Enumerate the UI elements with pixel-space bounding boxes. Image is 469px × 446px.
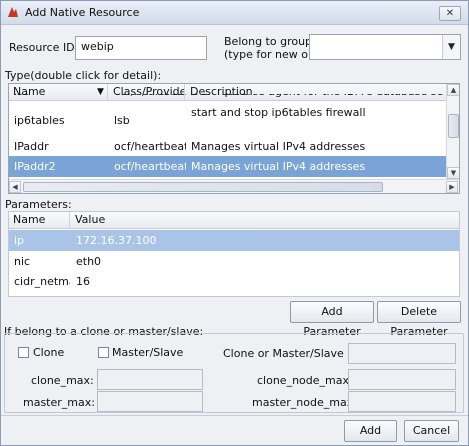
- row-name: lsb: [9, 94, 108, 102]
- row-description: start and stop ip6tables firewall: [191, 106, 366, 119]
- master-max-input[interactable]: [97, 391, 203, 412]
- param-row-selected[interactable]: ip 172.16.37.100: [9, 230, 459, 251]
- heartbeat-app-icon: [8, 7, 18, 17]
- type-list-label: Type(double click for detail):: [5, 69, 162, 82]
- clone-checkbox[interactable]: [18, 347, 29, 358]
- clone-node-max-label: clone_node_max:: [257, 374, 353, 387]
- window-title: Add Native Resource: [25, 6, 140, 19]
- table-row[interactable]: ip6tables lsb start and stop ip6tables f…: [9, 106, 446, 136]
- title-bar: Add Native Resource ✕: [1, 1, 468, 25]
- row-provider: ocf/heartbeat: [114, 140, 186, 153]
- clone-id-input[interactable]: [348, 343, 456, 364]
- type-vertical-scrollbar[interactable]: ▲ ▼: [446, 84, 459, 179]
- scroll-up-icon[interactable]: ▲: [447, 84, 459, 96]
- master-slave-checkbox-label: Master/Slave: [112, 346, 184, 359]
- parameters-table: Name Value ip 172.16.37.100 nic eth0 cid…: [8, 211, 460, 297]
- param-value: 172.16.37.100: [76, 234, 157, 247]
- chevron-down-icon[interactable]: ▼: [442, 35, 460, 59]
- master-node-max-input[interactable]: [348, 391, 456, 412]
- close-button[interactable]: ✕: [439, 6, 461, 21]
- param-row[interactable]: cidr_netmask 16: [9, 271, 459, 292]
- row-description: Manages virtual IPv4 addresses: [191, 140, 366, 153]
- param-name: nic: [14, 255, 31, 268]
- param-name: cidr_netmask: [14, 275, 70, 288]
- close-icon: ✕: [445, 8, 455, 19]
- add-button[interactable]: Add: [344, 420, 397, 442]
- master-slave-checkbox[interactable]: [98, 347, 109, 358]
- master-max-label: master_max:: [23, 396, 95, 409]
- resource-id-label: Resource ID:: [9, 41, 79, 54]
- parameters-table-header: Name Value: [9, 212, 459, 229]
- footer-divider: [1, 415, 468, 416]
- group-combobox[interactable]: ▼: [309, 34, 461, 60]
- cancel-button[interactable]: Cancel: [404, 420, 459, 442]
- row-name: IPaddr: [14, 140, 49, 153]
- param-value: eth0: [76, 255, 102, 268]
- param-column-name[interactable]: Name: [9, 212, 70, 229]
- clone-checkbox-label: Clone: [33, 346, 65, 359]
- scroll-right-icon[interactable]: ▶: [446, 181, 458, 193]
- table-row-selected[interactable]: IPaddr2 ocf/heartbeat Manages virtual IP…: [9, 156, 446, 177]
- param-name: ip: [14, 234, 25, 247]
- scroll-left-icon[interactable]: ◀: [9, 181, 21, 193]
- scroll-thumb[interactable]: [448, 114, 459, 138]
- row-provider: ocf/heartbeat: [109, 94, 186, 102]
- add-native-resource-dialog: Add Native Resource ✕ Resource ID: webip…: [0, 0, 469, 446]
- param-value: 16: [76, 275, 90, 288]
- param-column-value[interactable]: Value: [71, 212, 459, 229]
- row-description: OCF resource agent for the IBM's databas…: [186, 94, 444, 102]
- resource-id-input[interactable]: webip: [75, 36, 207, 60]
- table-row[interactable]: lsb ocf/heartbeat OCF resource agent for…: [9, 94, 446, 102]
- row-provider: lsb: [114, 114, 130, 127]
- master-node-max-label: master_node_max:: [252, 396, 357, 409]
- type-table: Name ▼ Class/Provider Description lsb oc…: [8, 83, 460, 194]
- resource-id-value: webip: [81, 40, 114, 53]
- row-description: Manages virtual IPv4 addresses: [191, 160, 366, 173]
- param-row[interactable]: nic eth0: [9, 251, 459, 272]
- row-name: IPaddr2: [14, 160, 56, 173]
- add-parameter-button[interactable]: Add Parameter: [290, 301, 374, 338]
- clone-max-input[interactable]: [97, 369, 203, 390]
- scroll-down-icon[interactable]: ▼: [447, 167, 459, 179]
- delete-parameter-button[interactable]: Delete Parameter: [377, 301, 461, 338]
- parameters-label: Parameters:: [5, 198, 72, 211]
- row-provider: ocf/heartbeat: [114, 160, 186, 173]
- group-label-line1: Belong to group:: [224, 35, 316, 48]
- type-horizontal-scrollbar[interactable]: ◀ ▶: [9, 179, 459, 193]
- row-name: ip6tables: [14, 114, 65, 127]
- clone-id-label: Clone or Master/Slave ID:: [223, 347, 363, 360]
- h-scroll-thumb[interactable]: [23, 182, 383, 192]
- clone-node-max-input[interactable]: [348, 369, 456, 390]
- clone-max-label: clone_max:: [31, 374, 94, 387]
- table-row[interactable]: IPaddr ocf/heartbeat Manages virtual IPv…: [9, 136, 446, 157]
